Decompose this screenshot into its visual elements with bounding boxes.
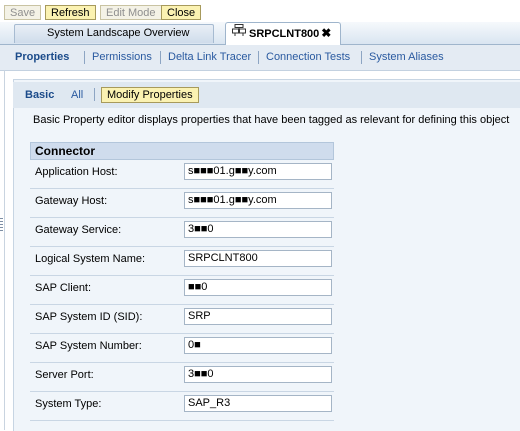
subnav-connection-tests[interactable]: Connection Tests <box>266 51 350 63</box>
connector-section-header: Connector <box>30 142 334 160</box>
sub-navigation: Properties Permissions Delta Link Tracer… <box>0 45 520 71</box>
mode-bar: Basic All Modify Properties <box>13 82 520 108</box>
property-row: SAP Client: ■■0 <box>30 276 334 305</box>
logical-system-name-field[interactable]: SRPCLNT800 <box>184 250 332 267</box>
modify-properties-button[interactable]: Modify Properties <box>101 87 199 103</box>
property-label: SAP System Number: <box>35 340 142 352</box>
property-row: Gateway Service: 3■■0 <box>30 218 334 247</box>
property-label: SAP Client: <box>35 282 92 294</box>
property-row: SAP System Number: 0■ <box>30 334 334 363</box>
system-icon <box>232 24 246 44</box>
save-button[interactable]: Save <box>4 5 42 20</box>
property-row: System Type: SAP_R3 <box>30 392 334 421</box>
subnav-system-aliases[interactable]: System Aliases <box>369 51 444 63</box>
property-label: System Type: <box>35 398 102 410</box>
tab-system-landscape-overview[interactable]: System Landscape Overview <box>14 24 214 43</box>
mode-basic-link[interactable]: Basic <box>25 89 54 101</box>
property-label: Gateway Host: <box>35 195 108 207</box>
application-host-field[interactable]: s■■■01.g■■y.com <box>184 163 332 180</box>
subnav-properties[interactable]: Properties <box>15 51 69 63</box>
resize-grip-icon[interactable] <box>0 218 3 232</box>
toolbar: Save Refresh Edit Mode Close <box>0 0 520 22</box>
subnav-delta-link-tracer[interactable]: Delta Link Tracer <box>168 51 251 63</box>
property-row: Server Port: 3■■0 <box>30 363 334 392</box>
system-type-field[interactable]: SAP_R3 <box>184 395 332 412</box>
divider <box>84 51 85 64</box>
left-border <box>4 70 5 430</box>
property-row: Application Host: s■■■01.g■■y.com <box>30 160 334 189</box>
property-row: Logical System Name: SRPCLNT800 <box>30 247 334 276</box>
close-tab-icon[interactable]: ✖ <box>321 23 331 43</box>
edit-mode-button[interactable]: Edit Mode <box>100 5 162 20</box>
sap-system-number-field[interactable]: 0■ <box>184 337 332 354</box>
property-label: SAP System ID (SID): <box>35 311 143 323</box>
server-port-field[interactable]: 3■■0 <box>184 366 332 383</box>
tab-srpclnt800-label: SRPCLNT800 <box>249 28 320 40</box>
divider <box>94 88 95 101</box>
property-row: Gateway Host: s■■■01.g■■y.com <box>30 189 334 218</box>
subnav-permissions[interactable]: Permissions <box>92 51 152 63</box>
tab-srpclnt800[interactable]: SRPCLNT800 ✖ <box>225 22 341 45</box>
divider <box>160 51 161 64</box>
gateway-host-field[interactable]: s■■■01.g■■y.com <box>184 192 332 209</box>
property-label: Server Port: <box>35 369 94 381</box>
close-button[interactable]: Close <box>161 5 202 20</box>
mode-all-link[interactable]: All <box>71 89 83 101</box>
gateway-service-field[interactable]: 3■■0 <box>184 221 332 238</box>
sap-system-id-field[interactable]: SRP <box>184 308 332 325</box>
sap-client-field[interactable]: ■■0 <box>184 279 332 296</box>
divider <box>361 51 362 64</box>
property-label: Application Host: <box>35 166 118 178</box>
property-row: SAP System ID (SID): SRP <box>30 305 334 334</box>
divider <box>258 51 259 64</box>
property-label: Logical System Name: <box>35 253 146 265</box>
refresh-button[interactable]: Refresh <box>45 5 96 20</box>
description-text: Basic Property editor displays propertie… <box>33 114 510 126</box>
property-label: Gateway Service: <box>35 224 122 236</box>
